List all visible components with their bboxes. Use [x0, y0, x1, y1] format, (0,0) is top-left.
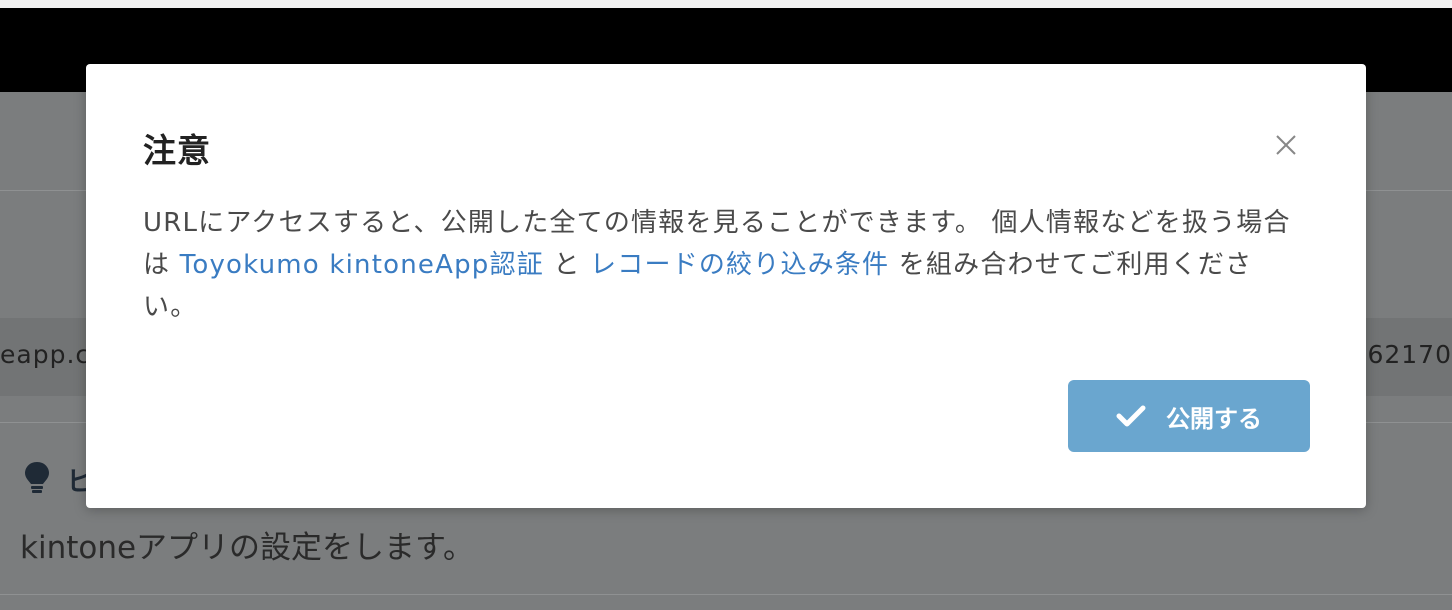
close-icon[interactable] — [1271, 130, 1301, 160]
divider-bottom — [0, 594, 1452, 595]
message-text-2: と — [553, 250, 581, 280]
url-text-left: eapp.c — [0, 340, 91, 369]
publish-button-label: 公開する — [1166, 404, 1262, 433]
dialog-title: 注意 — [143, 131, 211, 170]
toyokumo-auth-link[interactable]: Toyokumo kintoneApp認証 — [180, 250, 544, 280]
record-filter-link[interactable]: レコードの絞り込み条件 — [590, 250, 889, 280]
page: eapp.c 62170 ヒ kintoneアプリの設定をします。 注意 URL… — [0, 0, 1452, 610]
dialog-message: URLにアクセスすると、公開した全ての情報を見ることができます。 個人情報などを… — [143, 202, 1303, 328]
top-rule — [0, 0, 1452, 8]
publish-button[interactable]: 公開する — [1068, 380, 1310, 452]
check-icon — [1116, 405, 1146, 427]
warning-dialog: 注意 URLにアクセスすると、公開した全ての情報を見ることができます。 個人情報… — [86, 64, 1366, 508]
url-text-right: 62170 — [1367, 340, 1452, 369]
hint-text: kintoneアプリの設定をします。 — [20, 530, 474, 566]
lightbulb-icon — [25, 462, 49, 493]
